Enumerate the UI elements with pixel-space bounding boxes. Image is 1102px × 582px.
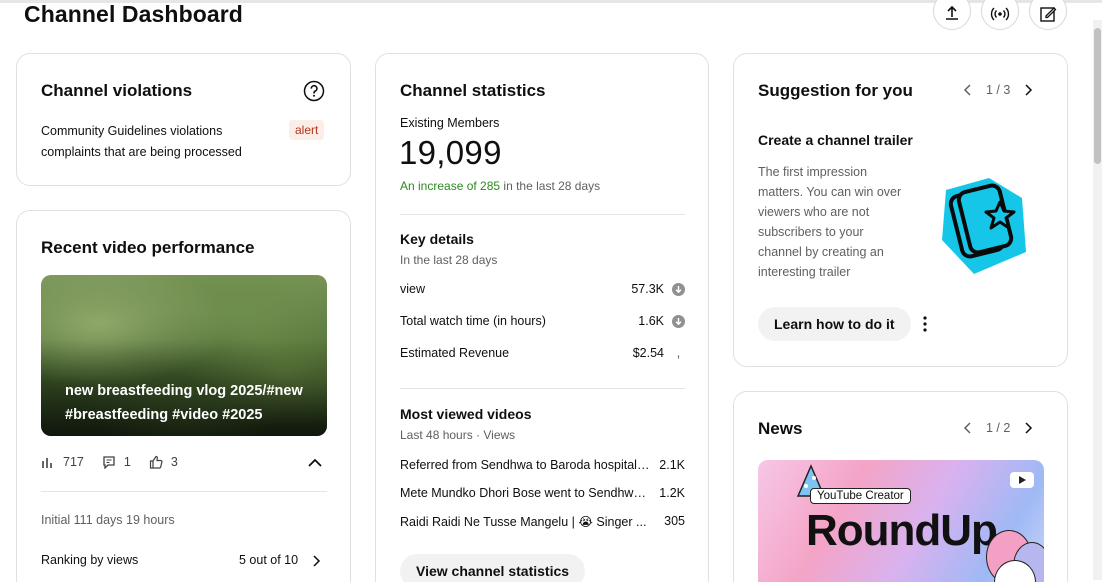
members-label: Existing Members xyxy=(400,116,500,130)
video-metrics: 717 1 3 xyxy=(41,455,196,469)
upload-icon xyxy=(946,5,958,20)
go-live-button[interactable] xyxy=(981,0,1019,30)
divider xyxy=(400,214,685,215)
recent-video-card: Recent video performance new breastfeedi… xyxy=(16,210,351,582)
likes-metric: 3 xyxy=(149,455,178,469)
scrollbar-thumb[interactable] xyxy=(1094,28,1101,164)
members-increase: An increase of 285 in the last 28 days xyxy=(400,179,600,193)
key-detail-value: $2.54 xyxy=(632,346,664,360)
thumbs-up-icon xyxy=(149,455,163,469)
news-pager: 1 / 2 xyxy=(962,421,1034,435)
stats-title: Channel statistics xyxy=(400,81,546,100)
violations-description: Community Guidelines violations complain… xyxy=(41,124,242,159)
news-title: News xyxy=(758,419,803,438)
increase-amount: An increase of 285 xyxy=(400,179,501,193)
most-viewed-subtitle: Last 48 hours · Views xyxy=(400,428,516,442)
video-row-views: 305 xyxy=(664,514,685,528)
suggestion-title: Suggestion for you xyxy=(758,81,913,100)
views-count: 717 xyxy=(63,455,84,469)
most-viewed-row[interactable]: Referred from Sendhwa to Baroda hospital… xyxy=(400,458,685,472)
news-image[interactable]: YouTube Creator RoundUp xyxy=(758,460,1044,582)
suggestion-pager: 1 / 3 xyxy=(962,83,1034,97)
news-image-label: YouTube Creator xyxy=(810,488,911,504)
chevron-left-icon[interactable] xyxy=(962,83,974,97)
video-row-views: 1.2K xyxy=(659,486,685,500)
most-viewed-title: Most viewed videos xyxy=(400,406,532,422)
video-row-title: Mete Mundko Dhori Bose went to Sendhwa..… xyxy=(400,486,650,500)
news-card: News 1 / 2 YouTube Creator RoundUp xyxy=(733,391,1068,582)
alert-badge: alert xyxy=(289,120,325,140)
likes-count: 3 xyxy=(170,455,178,469)
suggestion-card: Suggestion for you 1 / 3 Create a channe… xyxy=(733,53,1068,367)
chevron-left-icon[interactable] xyxy=(962,421,974,435)
suggestion-body: The first impression matters. You can wi… xyxy=(758,165,902,279)
violations-title: Channel violations xyxy=(41,81,193,100)
down-arrow-icon xyxy=(672,314,685,328)
channel-trailer-illustration xyxy=(942,178,1026,274)
key-detail-row: view 57.3K xyxy=(400,282,685,296)
key-detail-row: Total watch time (in hours) 1.6K xyxy=(400,314,685,328)
trend-mark: , xyxy=(676,346,681,360)
chevron-right-icon[interactable] xyxy=(310,554,322,568)
more-options-icon[interactable] xyxy=(917,315,933,333)
initial-period: Initial 111 days 19 hours xyxy=(41,513,175,527)
chevron-right-icon[interactable] xyxy=(1022,421,1034,435)
comments-metric: 1 xyxy=(102,455,131,469)
key-details-title: Key details xyxy=(400,231,474,247)
create-post-icon xyxy=(1040,7,1057,22)
page-title: Channel Dashboard xyxy=(24,1,243,27)
view-channel-statistics-button[interactable]: View channel statistics xyxy=(400,554,586,582)
learn-how-button[interactable]: Learn how to do it xyxy=(758,307,911,341)
divider xyxy=(400,388,685,389)
chevron-right-icon[interactable] xyxy=(1022,83,1034,97)
ranking-label: Ranking by views xyxy=(41,553,139,567)
down-arrow-icon xyxy=(672,282,685,296)
youtube-logo-icon xyxy=(1010,472,1034,488)
key-details-subtitle: In the last 28 days xyxy=(400,253,498,267)
help-circle-icon[interactable] xyxy=(303,80,325,102)
comment-icon xyxy=(103,456,115,469)
video-row-title: Raidi Raidi Ne Tusse Mangelu | 😭 Singer … xyxy=(400,515,647,529)
pager-count: 1 / 3 xyxy=(986,83,1011,97)
recent-video-title: Recent video performance xyxy=(41,238,255,257)
channel-violations-card: Channel violations Community Guidelines … xyxy=(16,53,351,186)
key-detail-label: Estimated Revenue xyxy=(400,346,510,360)
chevron-up-icon[interactable] xyxy=(307,456,323,470)
views-metric: 717 xyxy=(41,455,84,469)
pager-count: 1 / 2 xyxy=(986,421,1011,435)
members-value: 19,099 xyxy=(399,134,502,171)
go-live-icon xyxy=(990,7,1010,21)
key-detail-label: Total watch time (in hours) xyxy=(400,314,546,328)
increase-period: in the last 28 days xyxy=(500,179,601,193)
video-row-views: 2.1K xyxy=(659,458,685,472)
most-viewed-row[interactable]: Raidi Raidi Ne Tusse Mangelu | 😭 Singer … xyxy=(400,514,685,529)
upload-button[interactable] xyxy=(933,0,971,30)
video-title: new breastfeeding vlog 2025/#new #breast… xyxy=(65,383,303,423)
comments-count: 1 xyxy=(123,455,131,469)
bar-chart-icon xyxy=(42,458,52,468)
ranking-value[interactable]: 5 out of 10 xyxy=(239,553,298,567)
video-row-title: Referred from Sendhwa to Baroda hospital… xyxy=(400,458,650,472)
suggestion-heading: Create a channel trailer xyxy=(758,132,913,148)
video-thumbnail[interactable]: new breastfeeding vlog 2025/#new #breast… xyxy=(41,275,327,436)
create-post-button[interactable] xyxy=(1029,0,1067,30)
news-image-text: RoundUp xyxy=(806,506,998,555)
key-detail-value: 57.3K xyxy=(631,282,664,296)
divider xyxy=(41,491,327,492)
channel-statistics-card: Channel statistics Existing Members 19,0… xyxy=(375,53,709,582)
header-actions xyxy=(933,0,1067,30)
key-detail-row: Estimated Revenue $2.54 , xyxy=(400,346,685,360)
key-detail-label: view xyxy=(400,282,426,296)
key-detail-value: 1.6K xyxy=(638,314,664,328)
page-scrollbar[interactable] xyxy=(1093,20,1102,580)
most-viewed-row[interactable]: Mete Mundko Dhori Bose went to Sendhwa..… xyxy=(400,486,685,500)
